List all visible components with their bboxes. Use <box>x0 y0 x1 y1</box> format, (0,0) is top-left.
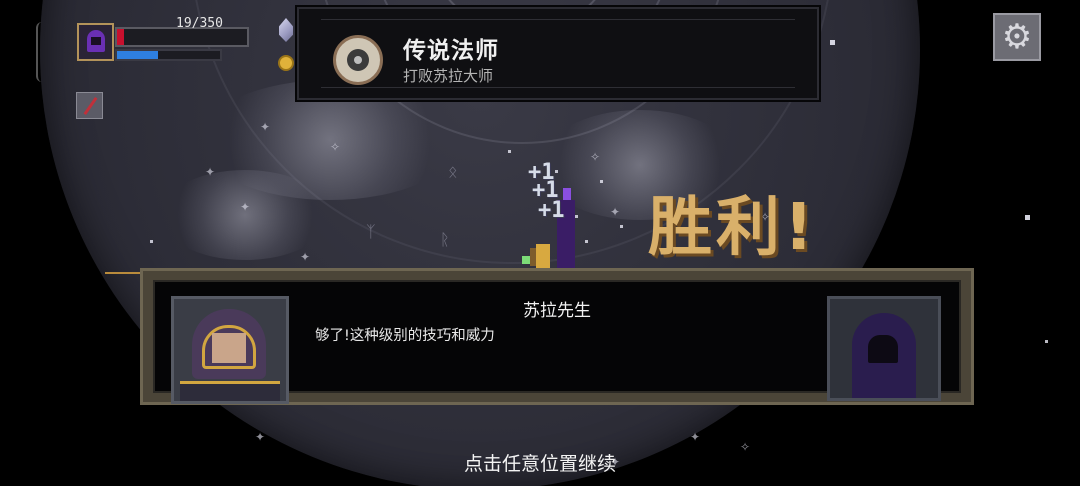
health-bar-fill <box>117 29 125 45</box>
toast-divider <box>321 19 795 20</box>
sparkle <box>585 240 588 243</box>
sparkle: ✦ <box>255 430 266 444</box>
sparkle: ✦ <box>690 430 701 444</box>
speaker-portrait-enemy <box>827 296 941 401</box>
sparkle: ✦ <box>205 165 216 179</box>
face <box>868 335 898 363</box>
player-body <box>536 244 550 268</box>
game-screen[interactable]: ᛟ ᛉ ᚱ ✦ ✦ ✧ ✦ ✧ ✦ ✧ ✦ ✦ ✧ ✦ ✦ 19/350 传说法… <box>0 0 1080 486</box>
gold-coin-icon <box>278 55 294 71</box>
edge-handle <box>36 22 46 82</box>
achievement-toast: 传说法师 打败苏拉大师 <box>297 7 819 100</box>
portrait-face <box>91 37 101 45</box>
player-sprite <box>522 240 558 268</box>
weapon-slot[interactable] <box>76 92 103 119</box>
sparkle <box>830 40 835 45</box>
sparkle <box>555 170 558 173</box>
tap-to-continue-prompt[interactable]: 点击任意位置继续 <box>0 449 1080 476</box>
health-text: 19/350 <box>176 16 223 31</box>
gear-icon: ⚙ <box>1001 17 1033 57</box>
sparkle: ✧ <box>330 140 341 154</box>
sparkle: ✦ <box>300 250 311 264</box>
sparkle <box>620 225 623 228</box>
rune-glyph: ᚱ <box>440 230 450 249</box>
sparkle <box>508 150 511 153</box>
player-portrait <box>77 23 114 61</box>
medal-center <box>347 49 369 71</box>
sparkle: ✧ <box>590 150 601 164</box>
achievement-medal-icon <box>333 35 383 85</box>
rune-glyph: ᛟ <box>448 162 458 181</box>
sparkle <box>150 240 153 243</box>
wand-icon <box>83 96 98 116</box>
toast-divider <box>321 87 795 88</box>
dialog-text: 够了!这种级别的技巧和威力 <box>315 328 495 344</box>
face <box>212 333 246 363</box>
settings-button[interactable]: ⚙ <box>993 13 1041 61</box>
mana-bar <box>115 49 222 61</box>
achievement-title: 传说法师 <box>403 38 499 64</box>
mana-bar-fill <box>117 51 159 59</box>
sparkle <box>600 180 603 183</box>
achievement-subtitle: 打败苏拉大师 <box>403 67 494 85</box>
rune-glyph: ᛉ <box>366 222 376 241</box>
dialog-box[interactable]: 苏拉先生 够了!这种级别的技巧和威力 <box>140 268 974 405</box>
dialog-connector <box>105 272 145 274</box>
sparkle <box>1045 340 1048 343</box>
sparkle <box>1025 215 1030 220</box>
dialog-panel: 苏拉先生 够了!这种级别的技巧和威力 <box>153 280 961 404</box>
nebula-cloud <box>160 170 330 260</box>
victory-banner: 胜利! <box>648 191 818 265</box>
sparkle: ✦ <box>610 205 621 219</box>
sparkle: ✦ <box>260 120 271 134</box>
shoulder-armor <box>180 381 280 401</box>
floating-heal-text: +1 <box>538 198 565 223</box>
player-projectile <box>522 256 530 264</box>
sparkle: ✦ <box>240 200 251 214</box>
